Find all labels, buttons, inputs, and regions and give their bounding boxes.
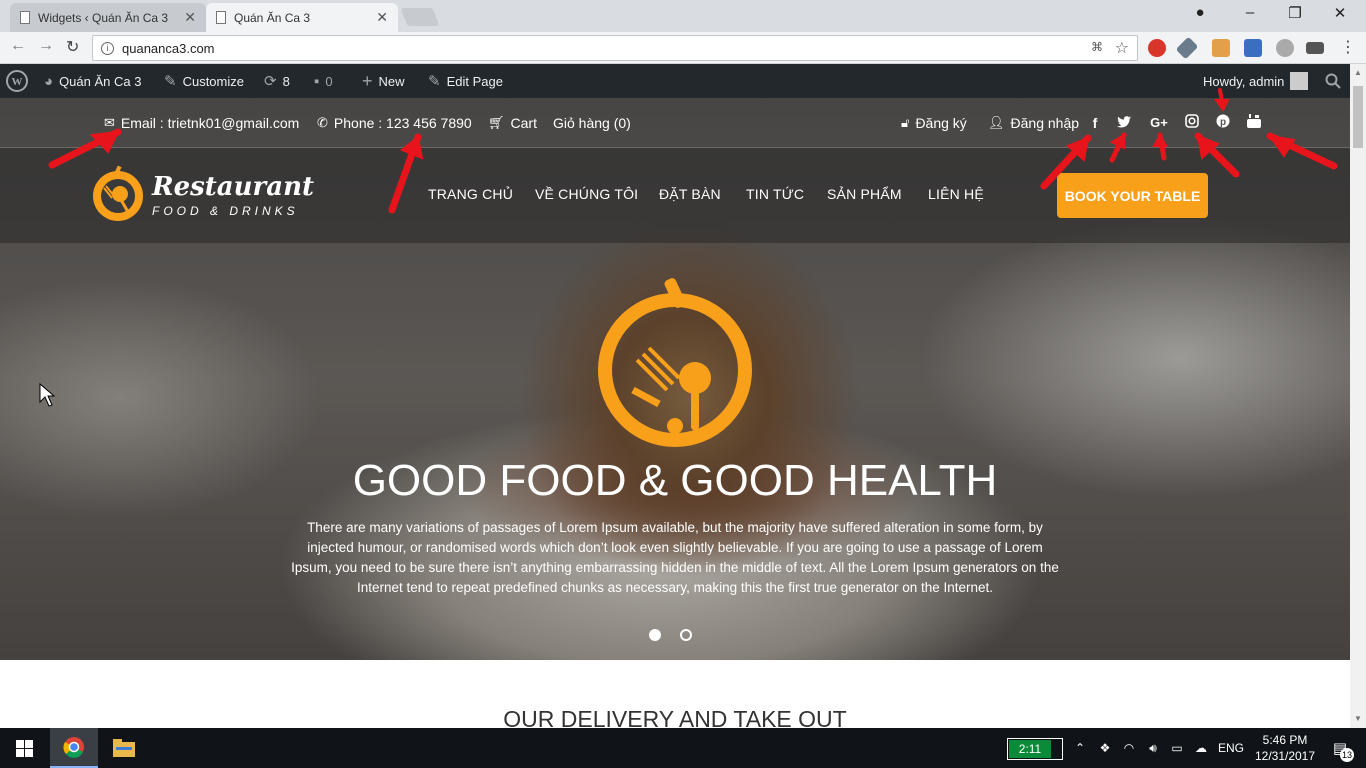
mouse-cursor-icon	[39, 382, 56, 407]
annotation-arrows	[39, 88, 1338, 407]
clock[interactable]: 5:46 PM 12/31/2017	[1252, 728, 1318, 768]
clock-time: 5:46 PM	[1262, 733, 1308, 747]
wifi-icon[interactable]: ◠	[1120, 728, 1138, 768]
notification-count: 13	[1340, 748, 1354, 762]
windows-taskbar: 2:11 ⌃ ❖ ◠ 🔊︎ ▭ ☁ ENG 5:46 PM 12/31/2017…	[0, 728, 1366, 768]
onedrive-icon[interactable]: ☁	[1192, 728, 1210, 768]
windows-start-icon[interactable]	[0, 728, 48, 768]
action-center-icon[interactable]: ▤ 13	[1322, 728, 1358, 768]
volume-icon[interactable]: 🔊︎	[1144, 728, 1162, 768]
language-indicator[interactable]: ENG	[1216, 728, 1246, 768]
show-hidden-icons-icon[interactable]: ⌃	[1072, 728, 1088, 768]
clock-date: 12/31/2017	[1254, 749, 1316, 763]
file-explorer-icon[interactable]	[100, 728, 148, 768]
dropbox-icon[interactable]: ❖	[1096, 728, 1114, 768]
battery-time: 2:11	[1009, 740, 1051, 758]
chrome-taskbar-icon[interactable]	[50, 728, 98, 768]
battery-widget[interactable]: 2:11	[1007, 738, 1063, 760]
battery-icon[interactable]: ▭	[1168, 728, 1186, 768]
